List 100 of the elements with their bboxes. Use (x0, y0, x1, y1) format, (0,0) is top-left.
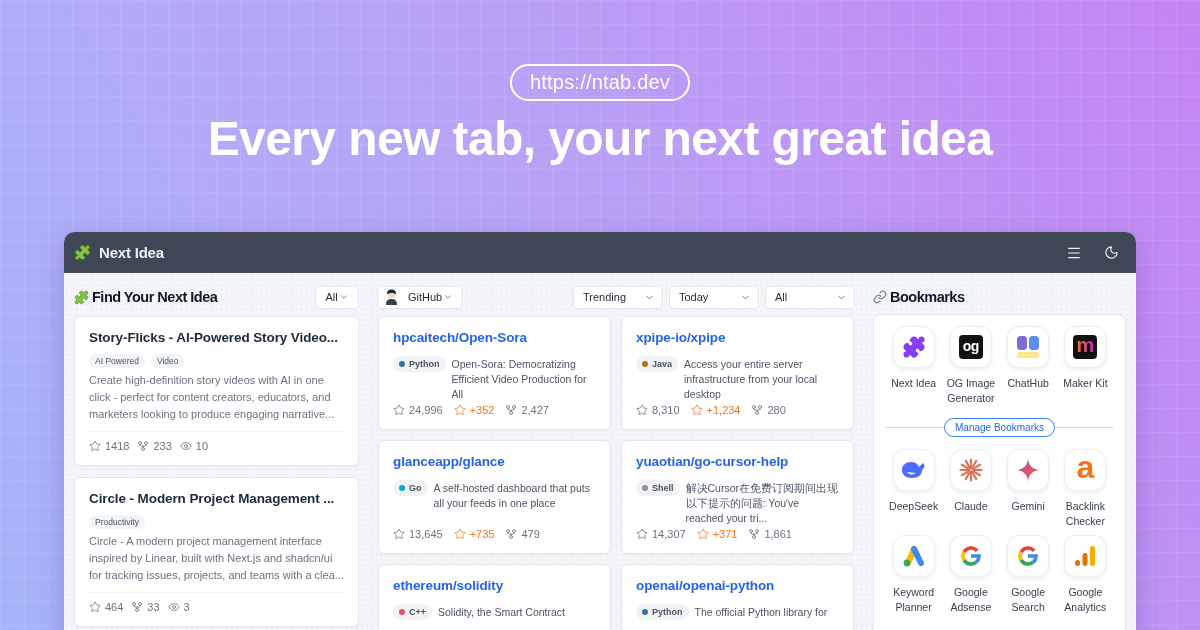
language-name: C++ (409, 606, 426, 619)
star-icon (89, 601, 101, 613)
fork-icon (131, 601, 144, 613)
bookmark-label[interactable]: Maker Kit (1063, 376, 1108, 391)
m-logo[interactable]: m (1064, 326, 1107, 368)
fork-icon (751, 404, 764, 416)
star-icon (89, 440, 101, 452)
bookmark-label[interactable]: Claude (954, 499, 988, 514)
g-logo-icon[interactable] (1007, 535, 1050, 577)
bookmark-label[interactable]: Gemini (1011, 499, 1045, 514)
repo-link[interactable]: hpcaitech/Open-Sora (393, 330, 527, 346)
filter-dropdown[interactable]: Today (669, 285, 759, 309)
starburst-icon[interactable] (949, 449, 992, 491)
bookmark-label[interactable]: Google Adsense (942, 585, 999, 615)
bookmark-label[interactable]: Keyword Planner (885, 585, 942, 615)
card-description: Circle - A modern project management interface inspired by Linear, built with Next.js and shadcn/ui for tracking issues, projects, and teams with a clea... (89, 534, 344, 583)
today-stars: +371 (712, 528, 738, 540)
puzzle-icon (74, 244, 91, 261)
tag: Productivity (89, 515, 145, 529)
view-count: 10 (195, 440, 209, 452)
fork-icon (505, 404, 518, 416)
link-icon (873, 290, 887, 304)
language-name: Go (409, 482, 422, 495)
star-count: 14,307 (652, 528, 686, 540)
tag: Video (150, 354, 185, 368)
star-icon (453, 404, 466, 416)
star-icon (636, 528, 648, 540)
filter-dropdown[interactable]: Trending (573, 285, 663, 309)
card-title: Story-Flicks - AI-Powered Story Video... (89, 330, 339, 346)
repo-link[interactable]: glanceapp/glance (393, 454, 505, 470)
tag: AI Powered (89, 354, 145, 368)
today-stars: +735 (469, 528, 495, 540)
today-stars: +352 (469, 404, 495, 416)
sparkle-icon[interactable] (1007, 449, 1050, 491)
card-description: Create high-definition story videos with AI in one click - perfect for content creators, educators, and marketers looking to produce engaging narrative... (89, 373, 336, 422)
bookmark-label[interactable]: Backlink Checker (1057, 499, 1114, 529)
language-name: Shell (652, 482, 674, 495)
bookmark-label[interactable]: ChatHub (1007, 376, 1049, 391)
fork-count: 280 (767, 404, 786, 416)
star-icon (393, 404, 405, 416)
filter-dropdown[interactable]: All (765, 285, 855, 309)
idea-card[interactable] (74, 316, 359, 466)
today-stars: +1,234 (706, 404, 741, 416)
site-url: https://ntab.dev (510, 64, 690, 101)
chevron-down-icon (443, 292, 454, 302)
app-title: Next Idea (99, 244, 164, 261)
fork-icon (137, 440, 150, 452)
bookmark-label[interactable]: Next Idea (891, 376, 937, 391)
card-title: Circle - Modern Project Management ... (89, 491, 336, 507)
bookmark-label[interactable]: DeepSeek (889, 499, 939, 514)
repo-link[interactable]: yuaotian/go-cursor-help (636, 454, 789, 470)
puzzle-icon[interactable] (892, 326, 935, 368)
repo-description: A self-hosted dashboard that puts all your feeds in one place (433, 481, 591, 511)
star-icon (393, 528, 405, 540)
fork-icon (505, 528, 518, 540)
g-logo-icon[interactable] (949, 535, 992, 577)
repo-description: The official Python library for (694, 605, 829, 620)
slanted-bars-icon[interactable] (892, 535, 935, 577)
bar-chart-icon[interactable] (1064, 535, 1107, 577)
og-logo[interactable]: og (949, 326, 992, 368)
fork-icon (748, 528, 761, 540)
view-count: 3 (183, 601, 190, 613)
fork-count: 2,427 (521, 404, 549, 416)
eye-icon (167, 601, 180, 613)
manage-bookmarks-button[interactable]: Manage Bookmarks (944, 418, 1055, 437)
star-count: 24,996 (409, 404, 443, 416)
headline: Every new tab, your next great idea (207, 111, 993, 167)
repo-link[interactable]: xpipe-io/xpipe (636, 330, 726, 346)
source-dropdown[interactable]: GitHub (377, 285, 463, 309)
moon-icon[interactable] (1103, 245, 1119, 260)
star-icon (453, 528, 466, 540)
bookmark-label[interactable]: Google Search (1000, 585, 1057, 615)
star-icon (690, 404, 703, 416)
language-name: Python (409, 358, 440, 371)
repo-link[interactable]: openai/openai-python (636, 578, 775, 594)
puzzle-icon (74, 289, 89, 305)
eye-icon (179, 440, 192, 452)
fork-count: 33 (147, 601, 160, 613)
bookmark-label[interactable]: OG Image Generator (942, 376, 999, 406)
repo-description: Open-Sora: Democratizing Efficient Video Production for All (451, 357, 588, 402)
star-icon (696, 528, 709, 540)
section-title: Find Your Next Idea (92, 289, 218, 305)
star-count: 13,645 (409, 528, 443, 540)
star-icon (636, 404, 648, 416)
whale-icon[interactable] (892, 449, 935, 491)
repo-description: Solidity, the Smart Contract (438, 605, 567, 620)
language-name: Java (652, 358, 673, 371)
star-count: 8,310 (652, 404, 680, 416)
star-count: 1418 (105, 440, 130, 452)
blocks-icon[interactable] (1007, 326, 1050, 368)
repo-description: 解决Cursor在免费订阅期间出现以下提示的问题: You've reached your tri... (685, 481, 839, 526)
idea-card[interactable] (74, 477, 359, 627)
filter-dropdown[interactable]: All (315, 285, 359, 309)
repo-link[interactable]: ethereum/solidity (393, 578, 504, 594)
fork-count: 233 (153, 440, 172, 452)
bookmark-label[interactable]: Google Analytics (1057, 585, 1114, 615)
section-title: Bookmarks (890, 289, 965, 305)
repo-description: Access your entire server infrastructure from your local desktop (684, 357, 819, 402)
star-count: 464 (105, 601, 124, 613)
chevron-down-icon (338, 292, 349, 302)
